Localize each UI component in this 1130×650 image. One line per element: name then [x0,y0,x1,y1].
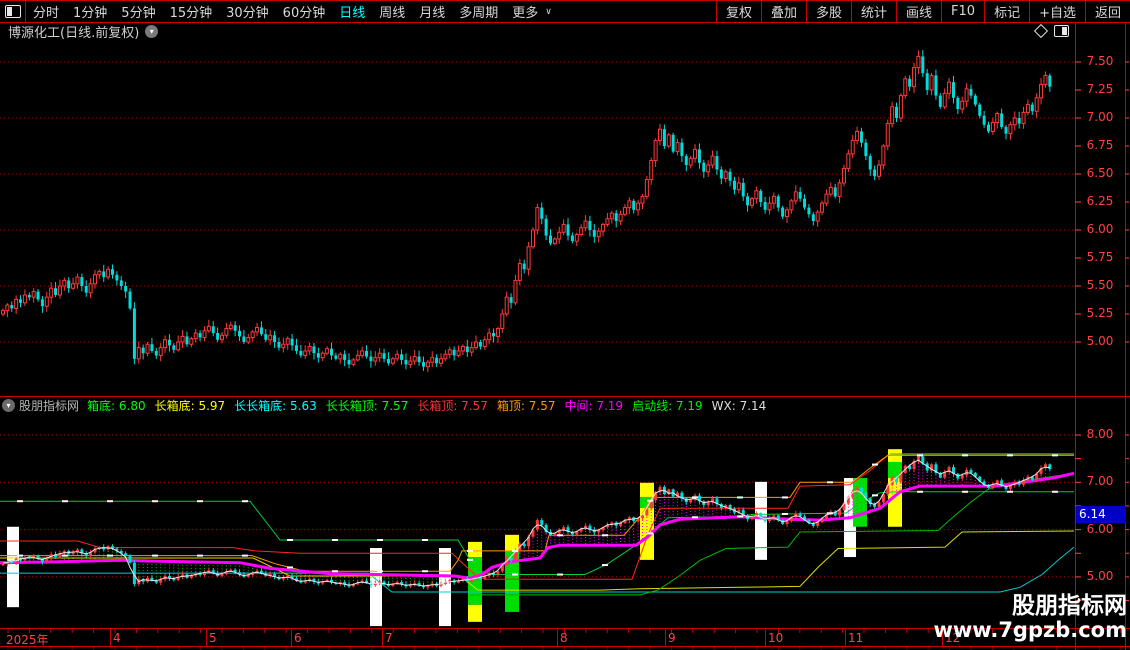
legend-source: 股朋指标网 [19,397,79,414]
main-axis-label: 5.00 [1077,334,1123,348]
btn-statistics[interactable]: 统计 [851,1,896,22]
main-axis-label: 7.25 [1077,82,1123,96]
tool-menu: 复权叠加多股统计画线F10标记+自选返回 [716,1,1130,22]
more-menu[interactable]: 更多 [505,2,545,21]
main-axis-label: 5.75 [1077,250,1123,264]
btn-mark[interactable]: 标记 [984,1,1029,22]
chart-corner-icons [1036,25,1069,37]
window-layout-cell[interactable] [0,1,26,22]
watermark-line2: www.7gpzb.com [933,619,1127,642]
month-label: 7 [385,631,393,645]
period-menu: 分时1分钟5分钟15分钟30分钟60分钟日线周线月线多周期更多∨ [26,1,552,22]
layout-icon [5,5,21,18]
legend-item-long-box-top: 长箱顶: 7.57 [417,397,488,414]
main-axis-label: 7.00 [1077,110,1123,124]
watermark: 股朋指标网 www.7gpzb.com [933,594,1127,642]
period-multi[interactable]: 多周期 [452,2,505,21]
more-chevron-icon: ∨ [545,7,552,17]
watermark-line1: 股朋指标网 [933,594,1127,619]
btn-back[interactable]: 返回 [1085,1,1130,22]
btn-adjust[interactable]: 复权 [716,1,761,22]
diamond-icon[interactable] [1034,24,1048,38]
main-axis-label: 6.00 [1077,222,1123,236]
indicator-legend: ▾ 股朋指标网 箱底: 6.80 长箱底: 5.97 长长箱底: 5.63 长长箱顶:… [2,398,775,413]
main-axis-label: 5.50 [1077,278,1123,292]
month-label: 5 [209,631,217,645]
btn-f10[interactable]: F10 [941,1,984,22]
btn-draw-line[interactable]: 画线 [896,1,941,22]
sub-axis-label: 6.00 [1077,522,1123,536]
top-menu-bar: 分时1分钟5分钟15分钟30分钟60分钟日线周线月线多周期更多∨ 复权叠加多股统… [0,0,1130,23]
split-window-icon[interactable] [1054,25,1069,37]
legend-item-longlong-box-bottom: 长长箱底: 5.63 [234,397,317,414]
main-axis-label: 6.25 [1077,194,1123,208]
month-label: 10 [768,631,783,645]
btn-overlay[interactable]: 叠加 [761,1,806,22]
legend-item-middle-line: 中间: 7.19 [564,397,623,414]
period-1min[interactable]: 1分钟 [66,2,114,21]
title-bar: 博源化工(日线.前复权) ▾ [0,22,1130,40]
period-15min[interactable]: 15分钟 [163,2,220,21]
sub-axis-label: 8.00 [1077,427,1123,441]
period-intraday[interactable]: 分时 [26,2,66,21]
period-daily[interactable]: 日线 [332,2,372,21]
period-30min[interactable]: 30分钟 [219,2,276,21]
period-monthly[interactable]: 月线 [412,2,452,21]
main-axis-label: 6.50 [1077,166,1123,180]
legend-item-longlong-box-top: 长长箱顶: 7.57 [326,397,409,414]
period-weekly[interactable]: 周线 [372,2,412,21]
period-5min[interactable]: 5分钟 [114,2,162,21]
legend-item-wx-line: WX: 7.14 [712,399,767,413]
btn-multi-stock[interactable]: 多股 [806,1,851,22]
trading-app-window: 分时1分钟5分钟15分钟30分钟60分钟日线周线月线多周期更多∨ 复权叠加多股统… [0,0,1130,650]
main-axis-label: 7.50 [1077,54,1123,68]
legend-item-box-top: 箱顶: 7.57 [497,397,556,414]
main-axis-label: 5.25 [1077,306,1123,320]
sub-axis-label: 7.00 [1077,474,1123,488]
legend-item-box-bottom: 箱底: 6.80 [87,397,146,414]
month-label: 6 [294,631,302,645]
timeline-year-label: 2025年 [6,631,49,648]
stock-title: 博源化工(日线.前复权) [0,22,139,41]
legend-item-launch-line: 启动线: 7.19 [632,397,703,414]
period-60min[interactable]: 60分钟 [276,2,333,21]
btn-add-watchlist[interactable]: +自选 [1029,1,1085,22]
sub-axis-label: 5.00 [1077,569,1123,583]
legend-chevron-icon[interactable]: ▾ [2,399,15,412]
legend-item-long-box-bottom: 长箱底: 5.97 [155,397,226,414]
month-label: 9 [668,631,676,645]
current-value-tag: 6.14 [1076,506,1126,523]
month-label: 11 [848,631,863,645]
chart-canvas[interactable] [0,0,1130,650]
month-label: 4 [113,631,121,645]
main-axis-label: 6.75 [1077,138,1123,152]
month-label: 8 [560,631,568,645]
title-chevron-down-icon[interactable]: ▾ [145,25,158,38]
